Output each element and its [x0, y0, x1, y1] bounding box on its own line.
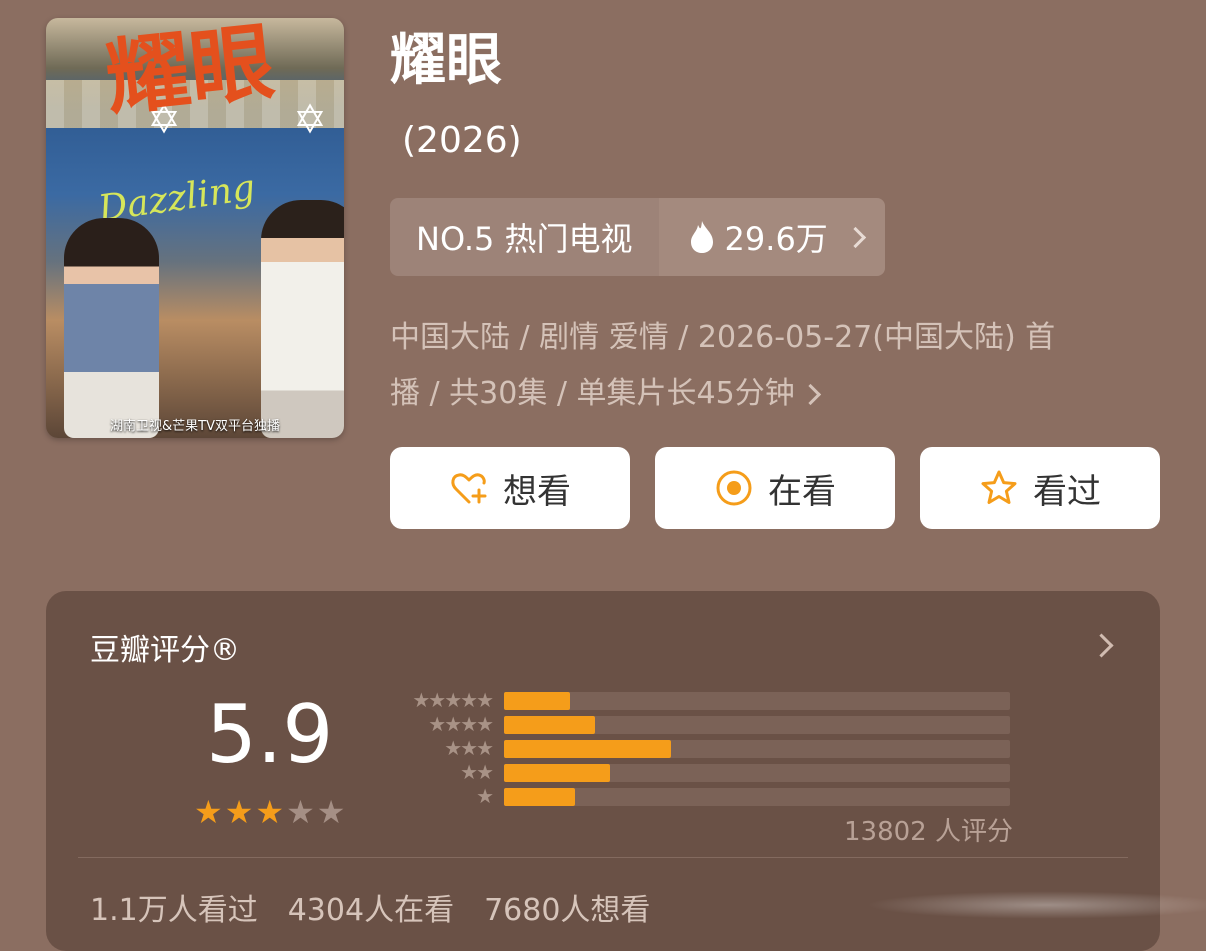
chevron-right-icon [844, 226, 866, 248]
chevron-right-icon [799, 383, 821, 406]
empty-star-icon: ★ [286, 793, 315, 831]
poster-bottom-text: 湖南卫视&芒果TV双平台独播 [110, 419, 280, 434]
watched-count[interactable]: 1.1万人看过 [90, 885, 258, 929]
distribution-track [504, 740, 1010, 758]
distribution-row-2-star: ★★ [382, 760, 1010, 784]
watermark [866, 891, 1206, 919]
filled-star-icon: ★ [255, 793, 285, 831]
watching-button[interactable]: 在看 [655, 447, 895, 529]
distribution-bar [504, 716, 595, 734]
rating-score: 5.9 [206, 688, 334, 781]
distribution-stars: ★★ [460, 760, 494, 784]
rank-badge[interactable]: NO.5 热门电视 29.6万 [390, 198, 885, 276]
distribution-row-5-star: ★★★★★ [382, 688, 1010, 712]
meta-line-1: 中国大陆 / 剧情 爱情 / 2026-05-27(中国大陆) 首 [390, 320, 1056, 355]
distribution-bar [504, 764, 610, 782]
watching-count[interactable]: 4304人在看 [288, 885, 454, 929]
distribution-track [504, 692, 1010, 710]
filled-star-icon: ★ [224, 793, 254, 831]
distribution-stars: ★ [476, 784, 494, 808]
distribution-row-1-star: ★ [382, 784, 1010, 808]
rank-label: NO.5 热门电视 [390, 198, 659, 276]
distribution-row-3-star: ★★★ [382, 736, 1010, 760]
want-count[interactable]: 7680人想看 [484, 885, 650, 929]
filled-star-icon: ★ [194, 793, 223, 831]
watched-label: 看过 [1033, 471, 1101, 512]
show-year: (2026) [402, 120, 522, 161]
distribution-track [504, 764, 1010, 782]
poster-figure-girl [64, 218, 159, 438]
divider [78, 857, 1128, 858]
empty-star-icon: ★ [316, 793, 346, 831]
distribution-bar [504, 788, 575, 806]
distribution-stars: ★★★★★ [412, 688, 494, 712]
flame-icon [690, 221, 713, 253]
show-meta[interactable]: 中国大陆 / 剧情 爱情 / 2026-05-27(中国大陆) 首 播 / 共3… [390, 310, 1130, 422]
want-to-watch-button[interactable]: 想看 [390, 447, 630, 529]
watching-label: 在看 [768, 471, 836, 512]
distribution-track [504, 788, 1010, 806]
heat-value: 29.6万 [724, 220, 828, 258]
chevron-right-icon [1089, 633, 1114, 658]
poster-title-art: 耀眼 [101, 18, 279, 128]
distribution-track [504, 716, 1010, 734]
watched-button[interactable]: 看过 [920, 447, 1160, 529]
distribution-bar [504, 692, 570, 710]
show-title: 耀眼 [390, 28, 502, 93]
want-to-watch-label: 想看 [503, 471, 571, 512]
distribution-stars: ★★★★ [428, 712, 494, 736]
distribution-stars: ★★★ [444, 736, 494, 760]
meta-line-2: 播 / 共30集 / 单集片长45分钟 [390, 376, 795, 411]
target-icon [716, 470, 752, 506]
rating-card[interactable]: 豆瓣评分® 5.9 ★ ★ ★ ★ ★ ★★★★★ ★★★★ ★★★ ★★ ★ 13802 人评… [46, 591, 1206, 951]
heart-plus-icon [451, 473, 487, 504]
rating-label: 豆瓣评分® [90, 633, 240, 668]
poster-figure-boy [261, 200, 344, 438]
poster-image[interactable]: ✡ ✡ 耀眼 Dazzling 湖南卫视&芒果TV双平台独播 [46, 18, 344, 438]
heat-section: 29.6万 [658, 198, 885, 276]
star-outline-icon [981, 470, 1017, 504]
star-lamp-right: ✡ [293, 97, 327, 143]
rating-count: 13802 人评分 [844, 817, 1013, 847]
distribution-bar [504, 740, 671, 758]
rating-stars: ★ ★ ★ ★ ★ [194, 796, 345, 828]
watch-stats: 1.1万人看过 4304人在看 7680人想看 [90, 885, 650, 929]
distribution-row-4-star: ★★★★ [382, 712, 1010, 736]
